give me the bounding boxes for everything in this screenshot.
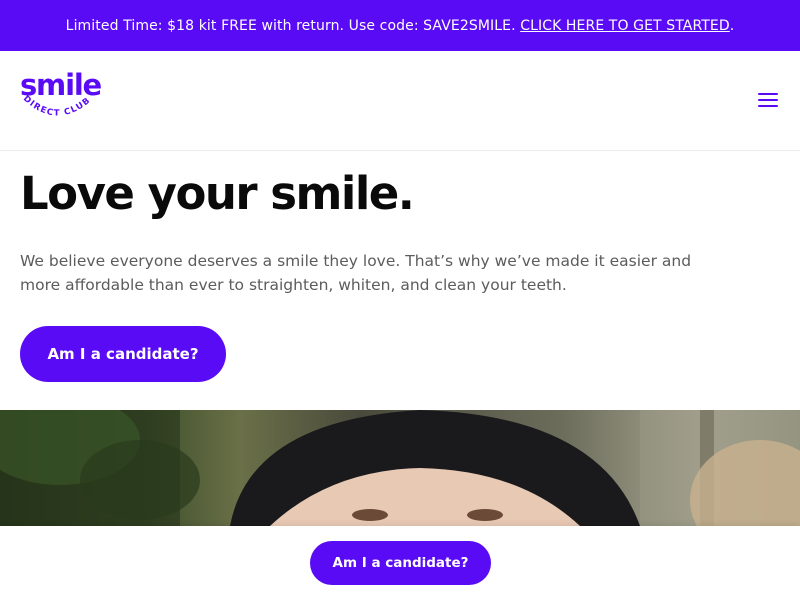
svg-text:DIRECT CLUB: DIRECT CLUB bbox=[21, 94, 93, 119]
hero-photo bbox=[0, 410, 800, 526]
smile-direct-club-logo[interactable]: smile DIRECT CLUB bbox=[20, 69, 102, 133]
promo-get-started-link[interactable]: CLICK HERE TO GET STARTED bbox=[520, 18, 730, 34]
smiling-person-photo bbox=[0, 410, 800, 526]
promo-banner: Limited Time: $18 kit FREE with return. … bbox=[0, 0, 800, 51]
logo-tagline-arc: DIRECT CLUB bbox=[21, 94, 93, 119]
promo-text: Limited Time: $18 kit FREE with return. … bbox=[65, 17, 516, 34]
sticky-cta-bar: Am I a candidate? bbox=[0, 526, 800, 600]
promo-period: . bbox=[729, 17, 735, 34]
hamburger-menu-icon[interactable] bbox=[758, 91, 778, 109]
hero-description: We believe everyone deserves a smile the… bbox=[20, 252, 692, 294]
hero-section: Love your smile. We believe everyone des… bbox=[20, 151, 780, 382]
site-header: smile DIRECT CLUB bbox=[0, 51, 800, 151]
sticky-am-i-a-candidate-button[interactable]: Am I a candidate? bbox=[310, 541, 491, 585]
logo-tagline: DIRECT CLUB bbox=[21, 94, 92, 119]
am-i-a-candidate-button[interactable]: Am I a candidate? bbox=[20, 326, 226, 382]
hero-title: Love your smile. bbox=[20, 167, 415, 220]
